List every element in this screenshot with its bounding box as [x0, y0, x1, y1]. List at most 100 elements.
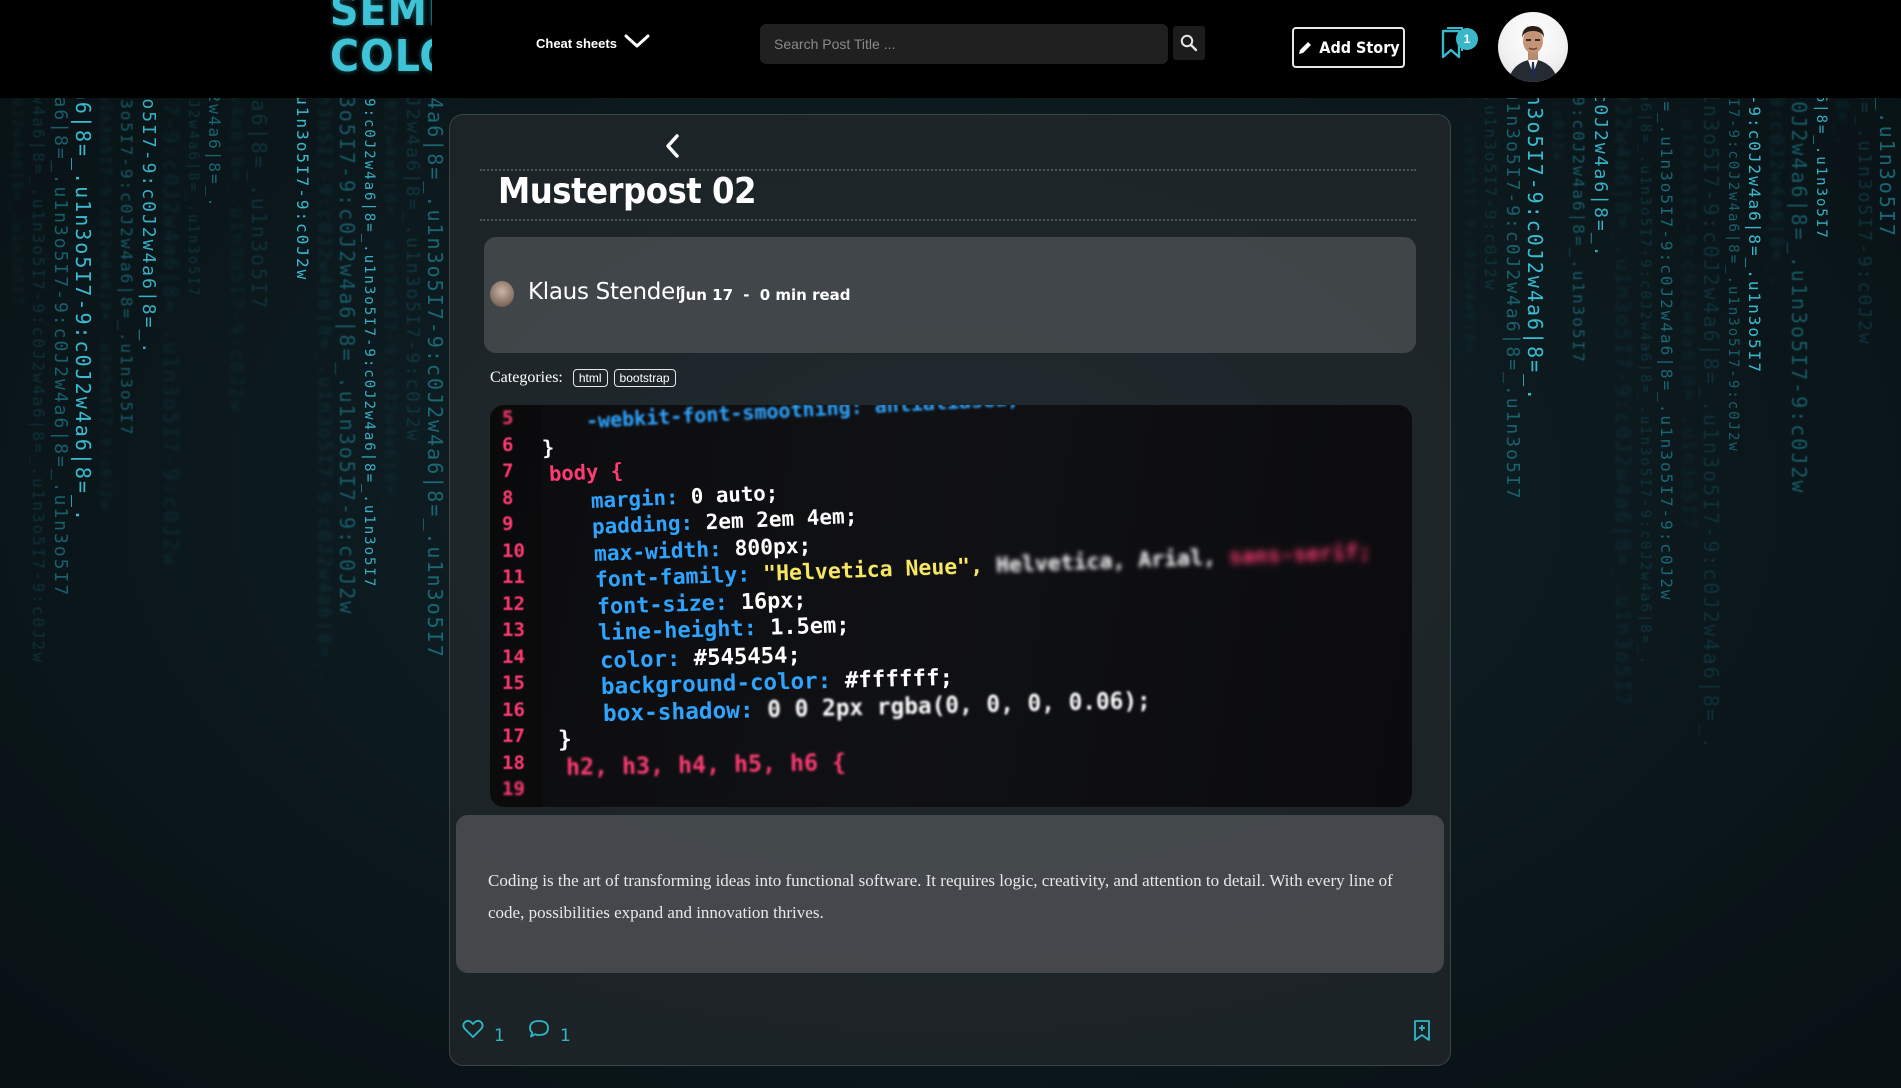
search-icon [1180, 34, 1198, 52]
bookmark-add-icon [1414, 1020, 1430, 1041]
code-line-number: 15 [502, 672, 525, 694]
bookmark-count-badge: 1 [1456, 28, 1478, 50]
pencil-icon [1299, 41, 1312, 54]
code-line-number: 9 [502, 513, 514, 535]
matrix-rain-column: 3o5I7-9:c0J2w4a6|8=_.u1n3o5I7-9:c0J2w [1481, 98, 1500, 291]
matrix-rain-column: 1n3o5I7-9:c0J2w4a6|8=_.u1n3o5I7-9:c0J2w4… [1699, 98, 1723, 751]
code-line: h2, h3, h4, h5, h6 { [565, 748, 846, 781]
matrix-rain-column: a6|8=_.u1n3o5I7-9:c0J2w4a6|8=_. [1523, 98, 1547, 403]
matrix-rain-column: 5I7-9:c0J2w4a6|8=_.u1n3o5I7 [247, 98, 271, 311]
matrix-rain-column: J2w4a6|8=_.u1n3o5I7-9:c0J2w4a6|8=_.u1n3o… [423, 98, 447, 659]
matrix-rain-column: c0J2w4a6|8=_.u1n3o5I7-9:c0J2w4a6|8=_.u1n… [1657, 98, 1676, 602]
code-line-number: 8 [502, 486, 514, 509]
code-line-number: 13 [502, 619, 525, 641]
code-line-number: 14 [502, 645, 525, 668]
matrix-rain-column: 9:c0J2w4a6|8=_.u1n3o5I7 [1875, 98, 1899, 238]
code-line-number: 5 [502, 407, 514, 429]
post-date: Jun 17 [680, 286, 734, 304]
site-logo[interactable]: SEMI COLONS [330, 0, 432, 92]
matrix-rain-column: |8=_.u1n3o5I7-9:c0J2w [293, 98, 312, 282]
comment-icon [529, 1020, 549, 1038]
category-tag[interactable]: html [572, 369, 608, 387]
matrix-rain-column: 8=_.u1n3o5I7-9:c0J2w4a6|8=_.u1n3o5I7-9:c… [1725, 98, 1741, 453]
matrix-rain-column: 4a6|8=_.u1n3o5I7-9:c0J2w4a6|8=_.u1n3o5I7… [97, 98, 113, 511]
back-arrow-icon [666, 134, 679, 158]
back-button[interactable] [660, 131, 686, 161]
post-card: Musterpost 02 Klaus Stender Jun 17 - 0 m… [449, 114, 1451, 1066]
add-story-button[interactable]: Add Story [1292, 27, 1405, 68]
author-name[interactable]: Klaus Stender [528, 279, 684, 305]
logo-line-2: COLONS [330, 31, 432, 82]
like-button[interactable]: 1 [462, 1019, 505, 1045]
code-line-number: 12 [502, 592, 525, 615]
code-line: } [540, 434, 555, 460]
matrix-rain-column: 7-9:c0J2w4a6|8=_.u1n3o5I7-9:c0J2w4a6|8=_… [29, 98, 48, 665]
matrix-rain-column: 0J2w4a6|8=_.u1n3o5I7-9:c0J2w [1548, 98, 1565, 162]
divider-bottom [480, 219, 1416, 221]
matrix-rain-column: w4a6|8=_.u1n3o5I7-9:c0J2w4a6|8=_. [205, 98, 224, 209]
read-time: 0 min read [759, 286, 851, 304]
matrix-rain-column: 9:c0J2w4a6|8=_.u1n3o5I7-9:c0J2w4a6|8=_.u… [335, 98, 359, 616]
bookmarks-button[interactable]: 1 [1438, 25, 1478, 61]
author-info-box: Klaus Stender Jun 17 - 0 min read [484, 237, 1416, 353]
user-avatar[interactable] [1498, 12, 1568, 82]
matrix-rain-column: 6|8=_.u1n3o5I7-9:c0J2w4a6|8=_.u1n3o5I7-9… [402, 98, 423, 443]
code-line: -webkit-font-smoothing: antialiased; [585, 405, 1020, 433]
post-body-box: Coding is the art of transforming ideas … [456, 815, 1444, 973]
code-line-number: 16 [502, 698, 525, 721]
matrix-rain-column: :c0J2w4a6|8=_.u1n3o5I7-9:c0J2w4a6|8=_. [1766, 98, 1787, 288]
top-navbar: SEMI COLONS Cheat sheets Add Story 1 [0, 0, 1901, 98]
save-post-button[interactable] [1412, 1019, 1432, 1043]
logo-line-1: SEMI [330, 0, 432, 36]
matrix-rain-column: 2w4a6|8=_.u1n3o5I7-9:c0J2w [1854, 98, 1875, 346]
categories-row: Categories: html bootstrap [490, 369, 676, 387]
post-meta: Jun 17 - 0 min read [680, 286, 851, 304]
search-button[interactable] [1173, 26, 1205, 60]
matrix-rain-column: 5I7-9:c0J2w4a6|8=_.u1n3o5I7-9:c0J2w [1787, 98, 1811, 495]
post-hero-image: -webkit-font-smoothing: antialiased;} bod… [490, 405, 1412, 807]
matrix-rain-column: 8=_.u1n3o5I7-9:c0J2w4a6|8=_.u1n3o5I7 [185, 98, 201, 298]
code-line-number: 7 [502, 460, 514, 482]
code-line-number: 18 [502, 751, 525, 774]
matrix-rain-column: I7-9:c0J2w4a6|8=_.u1n3o5I7-9:c0J2w4a6|8=… [138, 98, 159, 355]
code-line: } [557, 726, 573, 753]
post-body-text: Coding is the art of transforming ideas … [488, 871, 1393, 922]
post-title: Musterpost 02 [498, 171, 757, 212]
like-count: 1 [494, 1026, 505, 1046]
cheat-sheets-dropdown[interactable]: Cheat sheets [536, 34, 651, 51]
matrix-rain-column: w4a6|8=_.u1n3o5I7-9:c0J2w4a6|8=_.u1n3o5I… [1745, 98, 1764, 374]
comment-button[interactable]: 1 [528, 1019, 571, 1045]
search-input[interactable] [760, 24, 1168, 64]
matrix-rain-column: :c0J2w4a6|8=_.u1n3o5I7-9:c0J2w [226, 98, 247, 414]
matrix-rain-column: n3o5I7-9:c0J2w4a6|8=_.u1n3o5I7-9:c0J2w4a… [50, 98, 71, 598]
add-story-label: Add Story [1319, 38, 1400, 57]
matrix-rain-column: u1n3o5I7-9:c0J2w4a6|8=_.u1n3o5I7 [1812, 98, 1829, 240]
matrix-rain-column: _.u1n3o5I7-9:c0J2w4a6|8=_.u1n3o5I7 [1502, 98, 1523, 501]
code-line-number: 17 [502, 725, 525, 747]
code-line-number: 19 [502, 778, 525, 800]
author-avatar[interactable] [490, 281, 514, 307]
matrix-rain-column: 7-9:c0J2w4a6|8=_.u1n3o5I7 [1569, 98, 1588, 364]
matrix-rain-column: =_.u1n3o5I7-9:c0J2w4a6|8=_.u1n3o5I7-9:c0… [71, 98, 95, 524]
matrix-rain-column: 2w4a6|8=_.u1n3o5I7-9:c0J2w4a6|8=_.u1n3o5… [314, 98, 335, 685]
matrix-rain-column: c0J2w4a6|8=_.u1n3o5I7-9:c0J2w4a6|8=_.u1n… [117, 98, 136, 437]
categories-label: Categories: [490, 369, 563, 386]
chevron-down-icon [624, 34, 650, 47]
comment-count: 1 [560, 1026, 571, 1046]
matrix-rain-column: 1n3o5I7-9:c0J2w4a6|8=_.u1n3o5I7-9:c0J2w [159, 98, 183, 567]
matrix-rain-column: o5I7-9:c0J2w4a6|8=_.u1n3o5I7-9:c0J2w4a6|… [361, 98, 377, 589]
matrix-rain-column: .u1n3o5I7-9:c0J2w4a6|8=_.u1n3o5I7-9:c0J2… [381, 98, 400, 520]
code-line-number: 10 [502, 539, 525, 562]
user-portrait-image [1508, 26, 1558, 82]
category-tag[interactable]: bootstrap [613, 369, 676, 387]
code-line: body { [548, 458, 624, 486]
matrix-rain-column: |8=_.u1n3o5I7-9:c0J2w4a6|8=_. [1833, 98, 1852, 146]
heart-icon [462, 1019, 484, 1038]
code-line-number: 6 [502, 433, 514, 456]
matrix-rain-column: 4a6|8=_.u1n3o5I7-9:c0J2w4a6|8=_.u1n3o5I7… [1637, 98, 1653, 667]
matrix-rain-column: n3o5I7-9:c0J2w4a6|8=_. [1590, 98, 1611, 259]
matrix-rain-column: =_.u1n3o5I7-9:c0J2w4a6|8=_.u1n3o5I7-9:c0… [1611, 98, 1635, 708]
matrix-rain-column: 0J2w4a6|8=_.u1n3o5I7 [9, 98, 25, 307]
matrix-rain-column: -9:c0J2w4a6|8=_.u1n3o5I7-9:c0J2w4a6|8=_. [1461, 98, 1477, 376]
cheat-sheets-label: Cheat sheets [536, 36, 617, 51]
